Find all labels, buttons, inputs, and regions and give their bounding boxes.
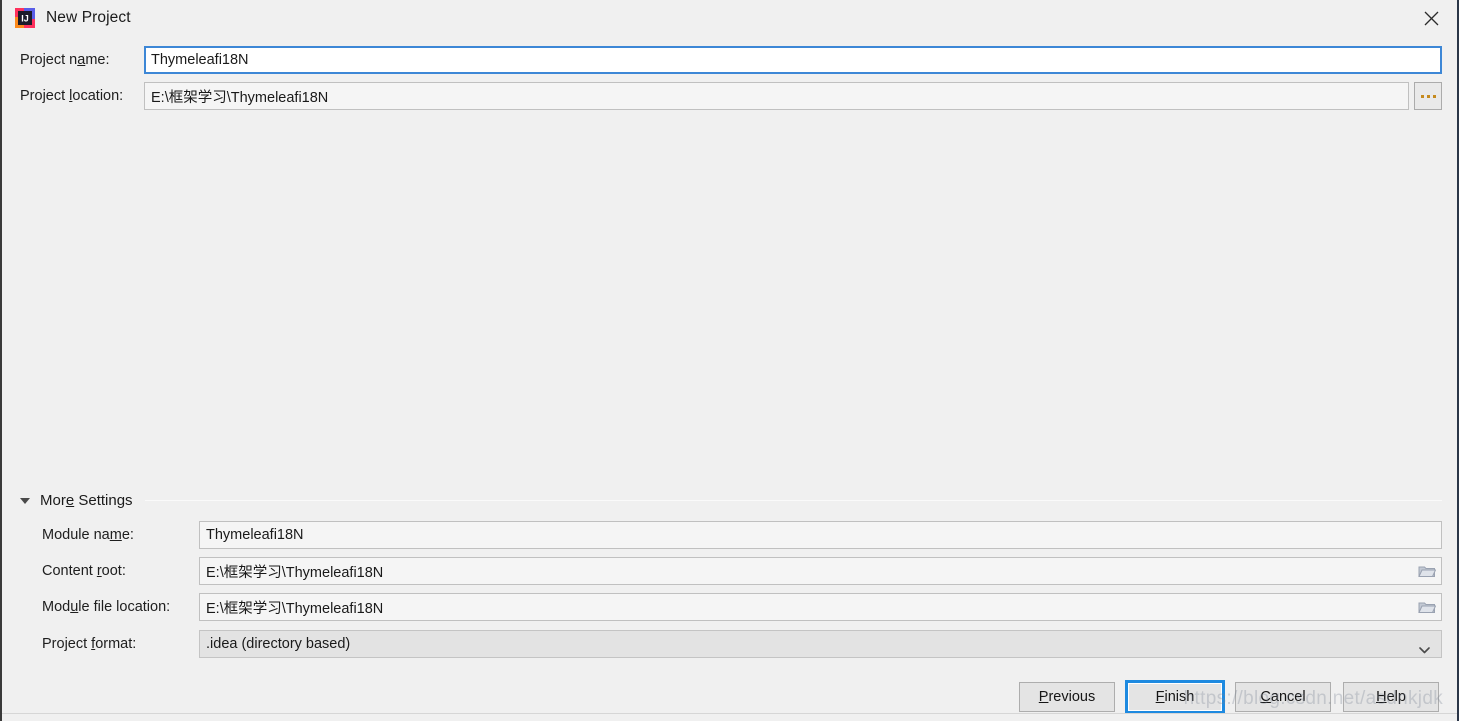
more-settings-label: More Settings (40, 492, 133, 509)
dialog-button-bar: Previous Finish Cancel Help (1019, 680, 1439, 714)
content-root-label: Content root: (42, 563, 126, 579)
module-file-location-row: Module file location: E:\框架学习\Thymeleafi… (42, 593, 1442, 621)
content-root-input[interactable]: E:\框架学习\Thymeleafi18N (199, 557, 1442, 585)
project-name-input[interactable]: Thymeleafi18N (144, 46, 1442, 74)
project-location-value: E:\框架学习\Thymeleafi18N (151, 89, 329, 106)
close-icon[interactable] (1405, 0, 1457, 36)
project-location-row: Project location: E:\框架学习\Thymeleafi18N (20, 82, 1442, 110)
clipped-text (602, 714, 606, 720)
intellij-idea-icon: IJ (14, 7, 36, 29)
module-file-location-value: E:\框架学习\Thymeleafi18N (206, 600, 384, 617)
section-divider (144, 500, 1442, 501)
project-format-select[interactable]: .idea (directory based) (199, 630, 1442, 658)
project-format-row: Project format: .idea (directory based) (42, 630, 1442, 658)
project-name-value: Thymeleafi18N (151, 52, 249, 68)
project-format-label: Project format: (42, 636, 137, 652)
clipped-background-strip (2, 713, 1457, 721)
chevron-down-icon[interactable] (1419, 641, 1430, 654)
title-bar: IJ New Project (2, 0, 1457, 36)
content-root-value: E:\框架学习\Thymeleafi18N (206, 564, 384, 581)
ellipsis-dot-icon (1432, 94, 1436, 98)
ellipsis-dot-icon (1426, 94, 1430, 98)
ellipsis-dot-icon (1420, 94, 1424, 98)
module-name-value: Thymeleafi18N (206, 527, 304, 543)
new-project-dialog: IJ New Project Project name: Thymeleafi1… (0, 0, 1459, 721)
module-name-row: Module name: Thymeleafi18N (42, 521, 1442, 549)
module-name-label: Module name: (42, 527, 134, 543)
project-name-label: Project name: (20, 52, 110, 68)
module-file-location-label: Module file location: (42, 599, 171, 615)
cancel-button[interactable]: Cancel (1235, 682, 1331, 712)
help-button[interactable]: Help (1343, 682, 1439, 712)
svg-text:IJ: IJ (21, 14, 29, 24)
triangle-down-icon (20, 497, 30, 504)
content-root-row: Content root: E:\框架学习\Thymeleafi18N (42, 557, 1442, 585)
more-settings-header[interactable]: More Settings (20, 492, 1442, 509)
module-file-location-input[interactable]: E:\框架学习\Thymeleafi18N (199, 593, 1442, 621)
window-title: New Project (46, 9, 131, 26)
project-location-input[interactable]: E:\框架学习\Thymeleafi18N (144, 82, 1409, 110)
project-name-row: Project name: Thymeleafi18N (20, 46, 1442, 74)
project-format-value: .idea (directory based) (206, 636, 351, 652)
previous-button[interactable]: Previous (1019, 682, 1115, 712)
finish-button[interactable]: Finish (1125, 680, 1225, 714)
module-name-input[interactable]: Thymeleafi18N (199, 521, 1442, 549)
browse-ellipsis-button[interactable] (1414, 82, 1442, 110)
project-location-label: Project location: (20, 88, 124, 104)
